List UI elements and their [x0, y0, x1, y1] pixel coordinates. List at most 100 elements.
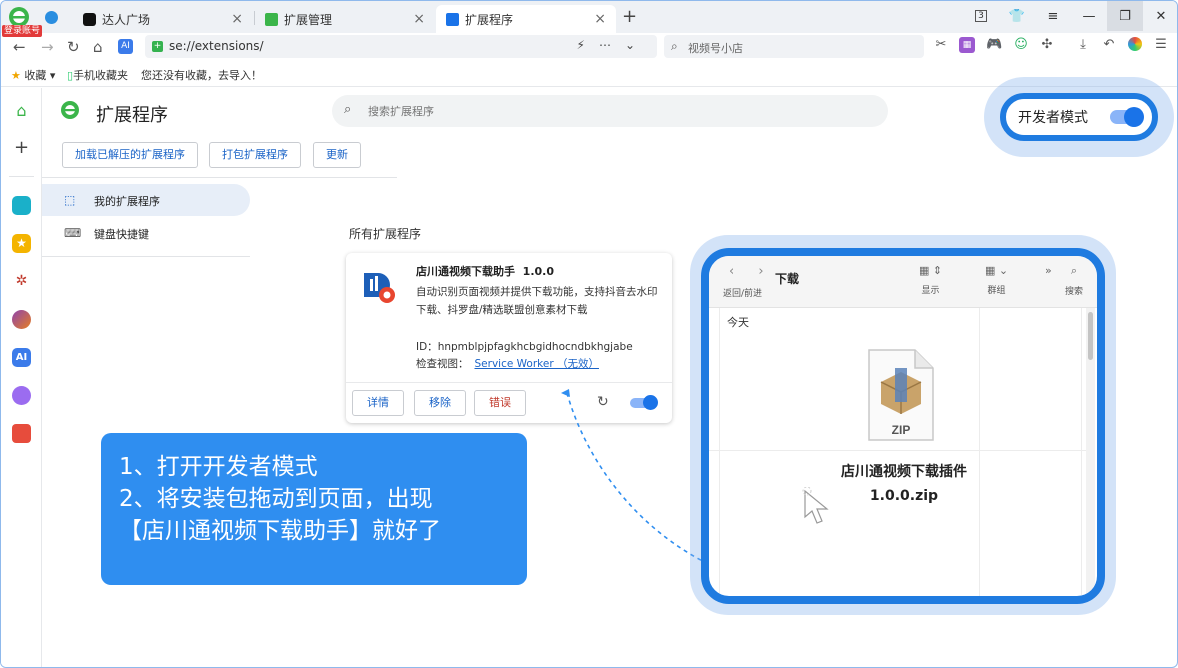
- star-icon: ★: [11, 69, 21, 82]
- divider: [42, 256, 250, 257]
- new-tab-button[interactable]: +: [622, 6, 637, 27]
- main-menu-icon[interactable]: ☰: [1153, 37, 1169, 53]
- search-box[interactable]: ⌕ 视频号小店: [664, 35, 924, 58]
- more-icon[interactable]: ⋯: [599, 38, 625, 52]
- ai-icon[interactable]: AI: [118, 39, 133, 54]
- errors-button[interactable]: 错误: [474, 390, 526, 416]
- lightning-icon[interactable]: ⚡: [577, 38, 599, 52]
- search-text[interactable]: 视频号小店: [688, 40, 743, 56]
- scrollbar-thumb[interactable]: [1088, 312, 1093, 360]
- search-icon: ⌕: [671, 39, 678, 53]
- import-bookmarks-link[interactable]: 您还没有收藏，去导入！: [141, 67, 262, 83]
- extensions-puzzle-icon[interactable]: ✣: [1039, 37, 1055, 53]
- sidebar-item-shortcuts[interactable]: ⌨ 键盘快捷键: [42, 217, 250, 249]
- add-icon[interactable]: +: [12, 138, 31, 157]
- divider: [346, 382, 672, 383]
- sidebar-item-my-extensions[interactable]: ⬚ 我的扩展程序: [42, 184, 250, 216]
- puzzle-icon: [446, 12, 459, 26]
- zip-file-name[interactable]: 店川通视频下载插件1.0.0.zip: [819, 460, 989, 508]
- tab-bar: 登录账号 达人广场 × 扩展管理 × 扩展程序 × + 3 👕 ≡ — ❐ ✕: [1, 1, 1177, 37]
- download-icon[interactable]: ⤓: [1075, 37, 1091, 53]
- ai-app-icon[interactable]: AI: [12, 348, 31, 367]
- close-window-button[interactable]: ✕: [1143, 1, 1177, 31]
- extension-search[interactable]: ⌕: [332, 95, 888, 127]
- close-icon[interactable]: ×: [231, 11, 243, 27]
- game-icon[interactable]: 🎮: [986, 37, 1002, 53]
- more-icon[interactable]: »: [1045, 264, 1052, 277]
- tab-label: 扩展程序: [465, 12, 514, 27]
- svg-text:ZIP: ZIP: [892, 423, 911, 437]
- reload-icon[interactable]: ↻: [597, 394, 609, 410]
- divider: [1081, 308, 1082, 596]
- app-cyan-icon[interactable]: [12, 196, 31, 215]
- instruction-line-3: 【店川通视频下载助手】就好了: [119, 518, 441, 544]
- tab-label: 达人广场: [102, 12, 151, 27]
- zip-file-icon[interactable]: ZIP: [865, 348, 937, 444]
- ai-circle-app-icon[interactable]: [12, 310, 31, 329]
- reload-icon[interactable]: ↻: [67, 38, 80, 56]
- divider: [719, 308, 720, 596]
- profile-icon[interactable]: [1127, 37, 1143, 53]
- home-icon[interactable]: ⌂: [93, 38, 103, 56]
- group-button[interactable]: ▦ ⌄ 群组: [985, 264, 1008, 296]
- robot-icon[interactable]: ☺: [1013, 37, 1029, 53]
- divider: [9, 176, 34, 177]
- load-unpacked-button[interactable]: 加载已解压的扩展程序: [62, 142, 198, 168]
- pack-extension-button[interactable]: 打包扩展程序: [209, 142, 301, 168]
- instruction-line-2: 2、将安装包拖动到页面，出现: [119, 486, 433, 512]
- address-bar[interactable]: + se://extensions/ ⚡⋯⌄: [145, 35, 657, 58]
- minimize-button[interactable]: —: [1071, 1, 1107, 31]
- forward-icon[interactable]: →: [41, 38, 54, 56]
- group-icon: ▦ ⌄: [985, 264, 1009, 277]
- developer-mode-control: 开发者模式: [1000, 93, 1158, 141]
- extension-card: 店川通视频下载助手 1.0.0 自动识别页面视频并提供下载功能，支持抖音去水印下…: [346, 253, 672, 423]
- update-button[interactable]: 更新: [313, 142, 361, 168]
- tab-label: 扩展管理: [284, 12, 333, 27]
- developer-mode-toggle[interactable]: [1110, 107, 1144, 127]
- grid-app-icon[interactable]: ▦: [959, 37, 975, 53]
- scissors-icon[interactable]: ✂: [933, 37, 949, 53]
- favorites-menu[interactable]: ★ 收藏 ▾: [11, 67, 55, 83]
- extension-version: 1.0.0: [522, 265, 554, 278]
- restore-button[interactable]: ❐: [1107, 1, 1143, 31]
- scrollbar[interactable]: [1086, 308, 1095, 596]
- close-icon[interactable]: ×: [594, 11, 606, 27]
- extension-description: 自动识别页面视频并提供下载功能，支持抖音去水印下载、抖罗盘/精选联盟创意素材下载: [416, 286, 658, 316]
- home-icon[interactable]: ⌂: [12, 101, 31, 120]
- tab-extension-manager[interactable]: 扩展管理 ×: [255, 5, 435, 33]
- skin-icon[interactable]: 👕: [999, 1, 1035, 31]
- undo-icon[interactable]: ↶: [1101, 37, 1117, 53]
- search-input[interactable]: [368, 102, 848, 120]
- telegram-icon[interactable]: [45, 11, 58, 24]
- service-worker-link[interactable]: Service Worker （无效）: [475, 358, 599, 370]
- tab-extensions[interactable]: 扩展程序 ×: [436, 5, 616, 33]
- divider: [979, 308, 980, 596]
- login-badge[interactable]: 登录账号: [2, 25, 43, 37]
- sidebar-item-label: 键盘快捷键: [94, 228, 149, 241]
- back-forward-icon[interactable]: ‹ ›: [729, 264, 774, 279]
- mobile-bookmarks[interactable]: ▯手机收藏夹: [67, 67, 128, 83]
- robot-app-icon[interactable]: [12, 386, 31, 405]
- view-button[interactable]: ▦ ⇕ 显示: [919, 264, 942, 296]
- extension-enable-toggle[interactable]: [630, 395, 658, 410]
- finder-window: ‹ › 返回/前进 下载 ▦ ⇕ 显示 ▦ ⌄ 群组 » ⌕ 搜索 今天 ZIP 店川…: [701, 248, 1105, 604]
- cursor-icon: [802, 487, 829, 524]
- instruction-line-1: 1、打开开发者模式: [119, 454, 318, 480]
- search-button[interactable]: ⌕ 搜索: [1065, 264, 1083, 297]
- toggle-knob: [1124, 107, 1144, 127]
- menu-icon[interactable]: ≡: [1035, 1, 1071, 31]
- extension-logo-icon: [364, 273, 395, 303]
- remove-button[interactable]: 移除: [414, 390, 466, 416]
- star-app-icon[interactable]: ★: [12, 234, 31, 253]
- tab-count-icon[interactable]: 3: [963, 1, 999, 31]
- puzzle-icon: [265, 12, 278, 26]
- game-app-icon[interactable]: [12, 424, 31, 443]
- chevron-down-icon[interactable]: ⌄: [625, 38, 649, 52]
- details-button[interactable]: 详情: [352, 390, 404, 416]
- search-icon: ⌕: [1070, 264, 1078, 277]
- tab-daren[interactable]: 达人广场 ×: [73, 5, 253, 33]
- network-app-icon[interactable]: ✲: [12, 272, 31, 291]
- close-icon[interactable]: ×: [413, 11, 425, 27]
- back-icon[interactable]: ←: [13, 38, 26, 56]
- address-text[interactable]: se://extensions/: [169, 39, 264, 53]
